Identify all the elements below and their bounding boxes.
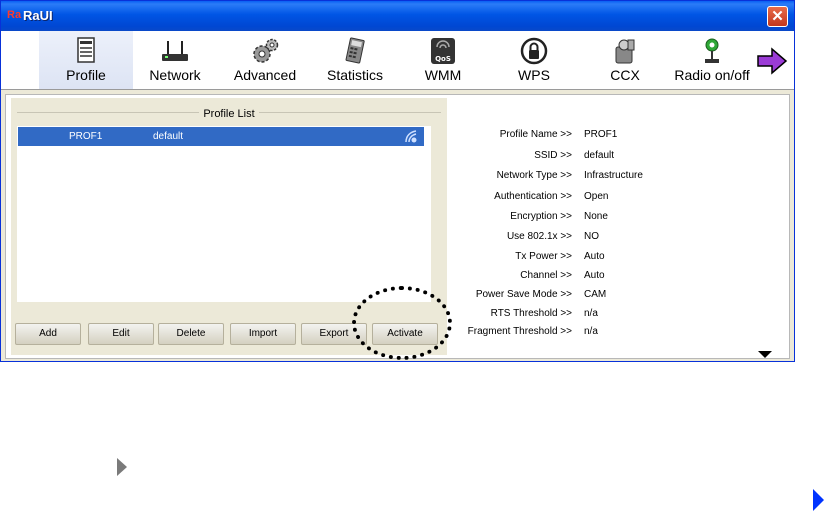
detail-key: Encryption >> xyxy=(510,211,572,222)
detail-value: CAM xyxy=(584,289,607,300)
connected-status-icon xyxy=(405,130,417,143)
toolbar-radio-onoff-label: Radio on/off xyxy=(674,67,750,83)
add-button[interactable]: Add xyxy=(15,323,81,345)
detail-value: Open xyxy=(584,191,609,202)
detail-value: PROF1 xyxy=(584,129,618,140)
window-title: RaUI xyxy=(23,8,53,23)
profile-document-icon xyxy=(77,37,95,63)
detail-value: Infrastructure xyxy=(584,170,643,181)
toolbar-ccx[interactable]: CCX xyxy=(605,31,645,89)
svg-text:QoS: QoS xyxy=(435,55,451,63)
detail-row: Encryption >> None xyxy=(446,211,786,225)
toolbar-network[interactable]: Network xyxy=(139,31,211,89)
detail-value: n/a xyxy=(584,308,598,319)
edit-button[interactable]: Edit xyxy=(88,323,154,345)
calculator-icon xyxy=(345,37,365,64)
ccx-icon xyxy=(615,39,635,64)
title-bar[interactable]: Ra RaUI ✕ xyxy=(1,1,794,31)
toolbar-statistics[interactable]: Statistics xyxy=(317,31,393,89)
profile-list-title-wrap: Profile List xyxy=(11,104,447,122)
detail-row: Tx Power >> Auto xyxy=(446,251,786,265)
detail-value: default xyxy=(584,150,615,161)
raui-logo-icon: Ra xyxy=(7,9,22,21)
toolbar-profile-label: Profile xyxy=(66,67,106,83)
toolbar-profile[interactable]: Profile xyxy=(39,31,133,89)
toolbar-wps-label: WPS xyxy=(518,67,550,83)
detail-key: Channel >> xyxy=(520,270,572,281)
router-icon xyxy=(162,41,188,61)
toolbar-advanced-label: Advanced xyxy=(233,67,297,83)
profile-row-name: PROF1 xyxy=(69,131,103,142)
toolbar-ccx-label: CCX xyxy=(610,67,640,83)
next-arrow-icon[interactable] xyxy=(756,47,788,75)
close-button[interactable]: ✕ xyxy=(767,6,788,27)
detail-key: Authentication >> xyxy=(494,191,572,202)
toolbar-statistics-label: Statistics xyxy=(326,67,383,83)
blue-next-page-icon[interactable] xyxy=(813,489,824,511)
activate-highlight-circle xyxy=(352,286,452,360)
detail-row: Fragment Threshold >> n/a xyxy=(446,326,786,340)
toolbar-advanced[interactable]: Advanced xyxy=(227,31,303,89)
detail-row: Power Save Mode >> CAM xyxy=(446,289,786,303)
detail-key: RTS Threshold >> xyxy=(490,308,572,319)
detail-key: Profile Name >> xyxy=(499,129,572,140)
wps-lock-icon xyxy=(520,37,548,65)
detail-key: Fragment Threshold >> xyxy=(467,326,572,337)
delete-button[interactable]: Delete xyxy=(158,323,224,345)
detail-row: Profile Name >> PROF1 xyxy=(446,129,786,143)
toolbar-wps[interactable]: WPS xyxy=(509,31,559,89)
detail-key: SSID >> xyxy=(534,150,572,161)
profile-list-title: Profile List xyxy=(199,108,259,120)
detail-value: None xyxy=(584,211,608,222)
detail-row: Authentication >> Open xyxy=(446,191,786,205)
toolbar-radio-onoff[interactable]: Radio on/off xyxy=(665,31,759,89)
profile-list[interactable]: PROF1 default xyxy=(17,126,431,302)
grey-bullet-icon xyxy=(117,458,127,476)
import-button[interactable]: Import xyxy=(230,323,296,345)
detail-value: Auto xyxy=(584,251,605,262)
detail-value: NO xyxy=(584,231,599,242)
toolbar-wmm[interactable]: QoS WMM xyxy=(415,31,471,89)
toolbar-wmm-label: WMM xyxy=(424,67,462,83)
gears-icon xyxy=(253,38,279,63)
detail-key: Use 802.1x >> xyxy=(506,231,572,242)
detail-value: n/a xyxy=(584,326,598,337)
detail-value: Auto xyxy=(584,270,605,281)
profile-row[interactable]: PROF1 default xyxy=(18,127,424,146)
toolbar-network-label: Network xyxy=(149,67,201,83)
detail-row: SSID >> default xyxy=(446,150,786,164)
qos-icon: QoS xyxy=(431,38,455,64)
toolbar: Profile Network Advanced Statistics QoS … xyxy=(1,31,794,90)
detail-row: Use 802.1x >> NO xyxy=(446,231,786,245)
detail-key: Power Save Mode >> xyxy=(475,289,572,300)
detail-row: Channel >> Auto xyxy=(446,270,786,284)
detail-row: Network Type >> Infrastructure xyxy=(446,170,786,184)
detail-row: RTS Threshold >> n/a xyxy=(446,308,786,322)
detail-key: Tx Power >> xyxy=(515,251,572,262)
radio-antenna-icon xyxy=(705,38,719,63)
profile-row-ssid: default xyxy=(153,131,184,142)
expand-down-icon[interactable] xyxy=(758,351,772,358)
detail-key: Network Type >> xyxy=(496,170,572,181)
